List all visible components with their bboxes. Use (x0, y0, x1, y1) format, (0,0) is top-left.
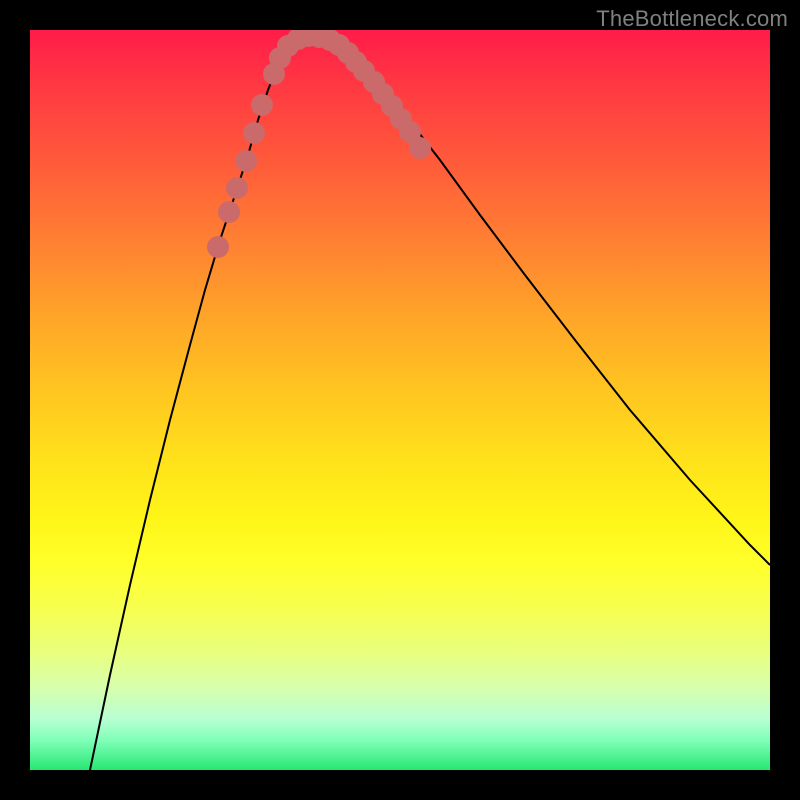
highlight-dot (207, 236, 229, 258)
plot-area (30, 30, 770, 770)
watermark-text: TheBottleneck.com (596, 6, 788, 32)
curve-svg (30, 30, 770, 770)
chart-canvas: TheBottleneck.com (0, 0, 800, 800)
highlight-dot (218, 201, 240, 223)
highlight-dots (207, 30, 431, 258)
highlight-dot (235, 150, 257, 172)
highlight-dot (409, 137, 431, 159)
highlight-dot (251, 94, 273, 116)
highlight-dot (226, 177, 248, 199)
highlight-dot (243, 122, 265, 144)
